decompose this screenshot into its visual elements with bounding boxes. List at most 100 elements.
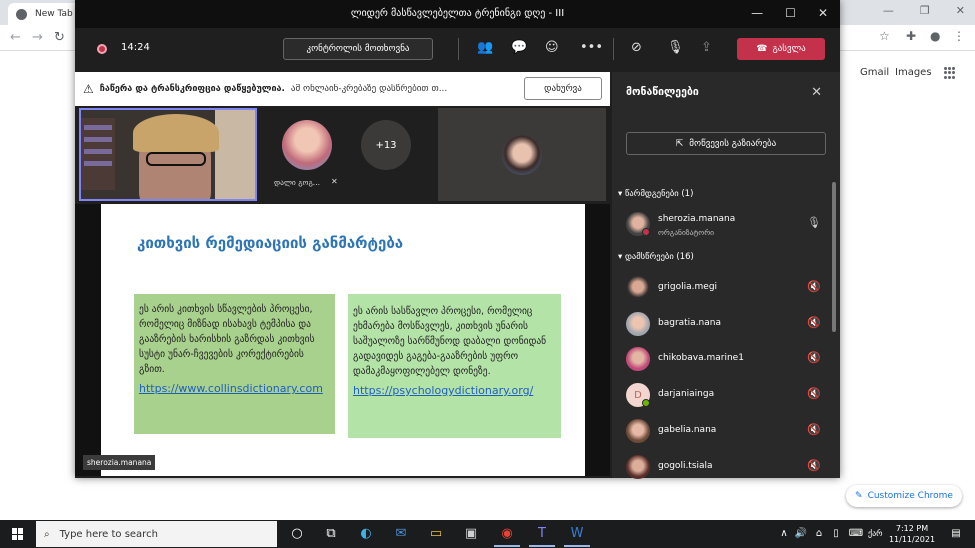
leave-button[interactable]: ☎ გასვლა bbox=[737, 38, 825, 60]
restore-icon[interactable]: ❐ bbox=[920, 4, 930, 17]
participant-row[interactable]: grigolia.megi 🔇 bbox=[622, 273, 827, 303]
word-icon[interactable]: W bbox=[569, 526, 585, 542]
apps-grid-icon[interactable] bbox=[944, 67, 956, 79]
language-indicator[interactable]: ქარ bbox=[868, 526, 883, 542]
participant-avatar bbox=[626, 419, 650, 443]
mic-muted-icon: 🔇 bbox=[807, 387, 821, 400]
gmail-link[interactable]: Gmail bbox=[860, 67, 889, 78]
participant-avatar bbox=[626, 276, 650, 300]
star-icon[interactable]: ☆ bbox=[879, 29, 890, 43]
profile-icon[interactable]: ● bbox=[930, 29, 940, 43]
close-icon[interactable]: ✕ bbox=[818, 6, 828, 20]
presenters-section-header[interactable]: ▾ წარმდგენები (1) bbox=[618, 189, 693, 199]
reactions-icon[interactable]: ☺ bbox=[545, 40, 559, 55]
definition-text-right: ეს არის სასწავლო პროცესი, რომელიც ეხმარე… bbox=[353, 306, 547, 377]
tray-chevron-icon[interactable]: ∧ bbox=[776, 526, 792, 542]
taskbar-clock[interactable]: 7:12 PM 11/11/2021 bbox=[884, 523, 940, 545]
shared-content-area: კითხვის რემედიაციის განმარტება ეს არის კ… bbox=[75, 204, 610, 476]
banner-bold-text: ჩაწერა და ტრანსკრიფცია დაწყებულია. bbox=[99, 84, 285, 94]
attendees-section-header[interactable]: ▾ დამსწრეები (16) bbox=[618, 252, 694, 262]
images-link[interactable]: Images bbox=[895, 67, 932, 78]
chevron-down-icon: ▾ bbox=[618, 189, 625, 199]
participant-row[interactable]: bagratia.nana 🔇 bbox=[622, 309, 827, 339]
network-icon[interactable]: ⌂ bbox=[811, 526, 827, 542]
mail-icon[interactable]: ✉ bbox=[393, 526, 409, 542]
participant-name: gogoli.tsiala bbox=[658, 461, 713, 471]
participant-name: დალი გოგ... bbox=[274, 178, 320, 187]
teams-meeting-window: ლიდერ მასწავლებელთა ტრენინგი დღე - III —… bbox=[75, 0, 840, 479]
mic-icon: 🎙 bbox=[807, 216, 821, 229]
edge-icon[interactable]: ◐ bbox=[358, 526, 374, 542]
store-icon[interactable]: ▣ bbox=[463, 526, 479, 542]
participants-panel: მონაწილეები ✕ ⇱ მოწვევის გაზიარება ▾ წარ… bbox=[612, 72, 840, 479]
maximize-icon[interactable]: ☐ bbox=[785, 6, 796, 20]
participant-avatar bbox=[502, 135, 542, 175]
participant-row[interactable]: gogoli.tsiala 🔇 bbox=[622, 452, 827, 482]
back-icon[interactable]: ← bbox=[10, 30, 21, 45]
definition-text-left: ეს არის კითხვის სწავლების პროცესი, რომელ… bbox=[139, 304, 315, 375]
chrome-tab-icon bbox=[16, 8, 27, 20]
volume-icon[interactable]: 🔊 bbox=[793, 526, 809, 542]
close-panel-icon[interactable]: ✕ bbox=[811, 85, 822, 100]
customize-chrome-button[interactable]: ✎ Customize Chrome bbox=[846, 485, 962, 507]
active-app-indicator bbox=[564, 545, 590, 547]
panel-scrollbar[interactable] bbox=[832, 182, 836, 332]
participant-tile[interactable] bbox=[438, 108, 606, 201]
attendees-header-label: დამსწრეები (16) bbox=[624, 252, 694, 262]
participant-avatar bbox=[282, 120, 332, 170]
extensions-icon[interactable]: ✚ bbox=[906, 29, 916, 43]
keyboard-icon[interactable]: ⌨ bbox=[848, 526, 864, 542]
participant-tile[interactable]: დალი გოგ... ✕ bbox=[265, 108, 345, 201]
presenter-name-label: sherozia.manana bbox=[83, 455, 156, 470]
notifications-icon[interactable]: ▤ bbox=[948, 526, 964, 542]
meeting-timer: 14:24 bbox=[121, 42, 150, 53]
mic-muted-icon: 🔇 bbox=[807, 351, 821, 364]
recording-banner: ⚠ ჩაწერა და ტრანსკრიფცია დაწყებულია. ამ … bbox=[75, 72, 610, 106]
camera-off-icon[interactable]: ⊘ bbox=[631, 40, 642, 55]
share-invite-label: მოწვევის გაზიარება bbox=[689, 138, 777, 149]
participant-avatar bbox=[626, 347, 650, 371]
source-link-right[interactable]: https://psychologydictionary.org/ bbox=[353, 383, 556, 398]
bar-divider bbox=[613, 38, 614, 60]
banner-text: ამ ონლაინ-კრებაზე დასწრებით თ... bbox=[290, 84, 448, 94]
participant-row[interactable]: gabelia.nana 🔇 bbox=[622, 416, 827, 446]
mic-muted-icon: 🔇 bbox=[807, 459, 821, 472]
minimize-icon[interactable]: — bbox=[883, 4, 894, 17]
more-actions-icon[interactable]: ••• bbox=[580, 40, 603, 55]
forward-icon[interactable]: → bbox=[32, 30, 43, 45]
source-link-left[interactable]: https://www.collinsdictionary.com bbox=[139, 381, 330, 396]
clock-date: 11/11/2021 bbox=[888, 535, 936, 544]
share-invite-button[interactable]: ⇱ მოწვევის გაზიარება bbox=[626, 132, 826, 155]
video-tile-active-speaker[interactable] bbox=[79, 108, 257, 201]
chrome-icon[interactable]: ◉ bbox=[499, 526, 515, 542]
more-participants-badge[interactable]: +13 bbox=[361, 120, 411, 170]
menu-icon[interactable]: ⋮ bbox=[953, 29, 965, 43]
participant-row[interactable]: chikobava.marine1 🔇 bbox=[622, 344, 827, 374]
participant-role: ორგანიზატორი bbox=[658, 228, 715, 237]
file-explorer-icon[interactable]: ▭ bbox=[428, 526, 444, 542]
chevron-down-icon: ▾ bbox=[618, 252, 625, 262]
video-background bbox=[215, 110, 255, 199]
reload-icon[interactable]: ↻ bbox=[54, 30, 65, 45]
cortana-icon[interactable]: ○ bbox=[289, 526, 305, 542]
participant-row[interactable]: D darjaniainga 🔇 bbox=[622, 380, 827, 410]
minimize-icon[interactable]: — bbox=[751, 6, 763, 20]
participants-icon[interactable]: 👥 bbox=[477, 40, 493, 55]
request-control-button[interactable]: კონტროლის მოთხოვნა bbox=[283, 38, 433, 60]
chat-icon[interactable]: 💬 bbox=[511, 40, 527, 55]
mic-off-icon[interactable]: 🎙 bbox=[667, 40, 684, 55]
battery-icon[interactable]: ▯ bbox=[828, 526, 844, 542]
participant-row[interactable]: sherozia.manana ორგანიზატორი 🎙 bbox=[622, 209, 827, 239]
taskbar-search-box[interactable]: ⌕ Type here to search bbox=[36, 521, 277, 547]
close-icon[interactable]: ✕ bbox=[956, 4, 965, 17]
mic-muted-icon: ✕ bbox=[331, 177, 338, 186]
share-screen-icon[interactable]: ⇪ bbox=[701, 40, 712, 55]
meeting-controls-bar: 14:24 კონტროლის მოთხოვნა 👥 💬 ☺ ••• ⊘ 🎙 ⇪… bbox=[75, 28, 840, 70]
dismiss-banner-button[interactable]: დახურვა bbox=[524, 77, 602, 100]
task-view-icon[interactable]: ⧉ bbox=[323, 526, 339, 542]
active-app-indicator bbox=[494, 545, 520, 547]
windows-taskbar: ⌕ Type here to search ○ ⧉ ◐ ✉ ▭ ▣ ◉ T W … bbox=[0, 520, 975, 548]
teams-icon[interactable]: T bbox=[534, 526, 550, 542]
panel-title: მონაწილეები bbox=[626, 86, 699, 98]
windows-start-icon[interactable] bbox=[12, 528, 24, 540]
